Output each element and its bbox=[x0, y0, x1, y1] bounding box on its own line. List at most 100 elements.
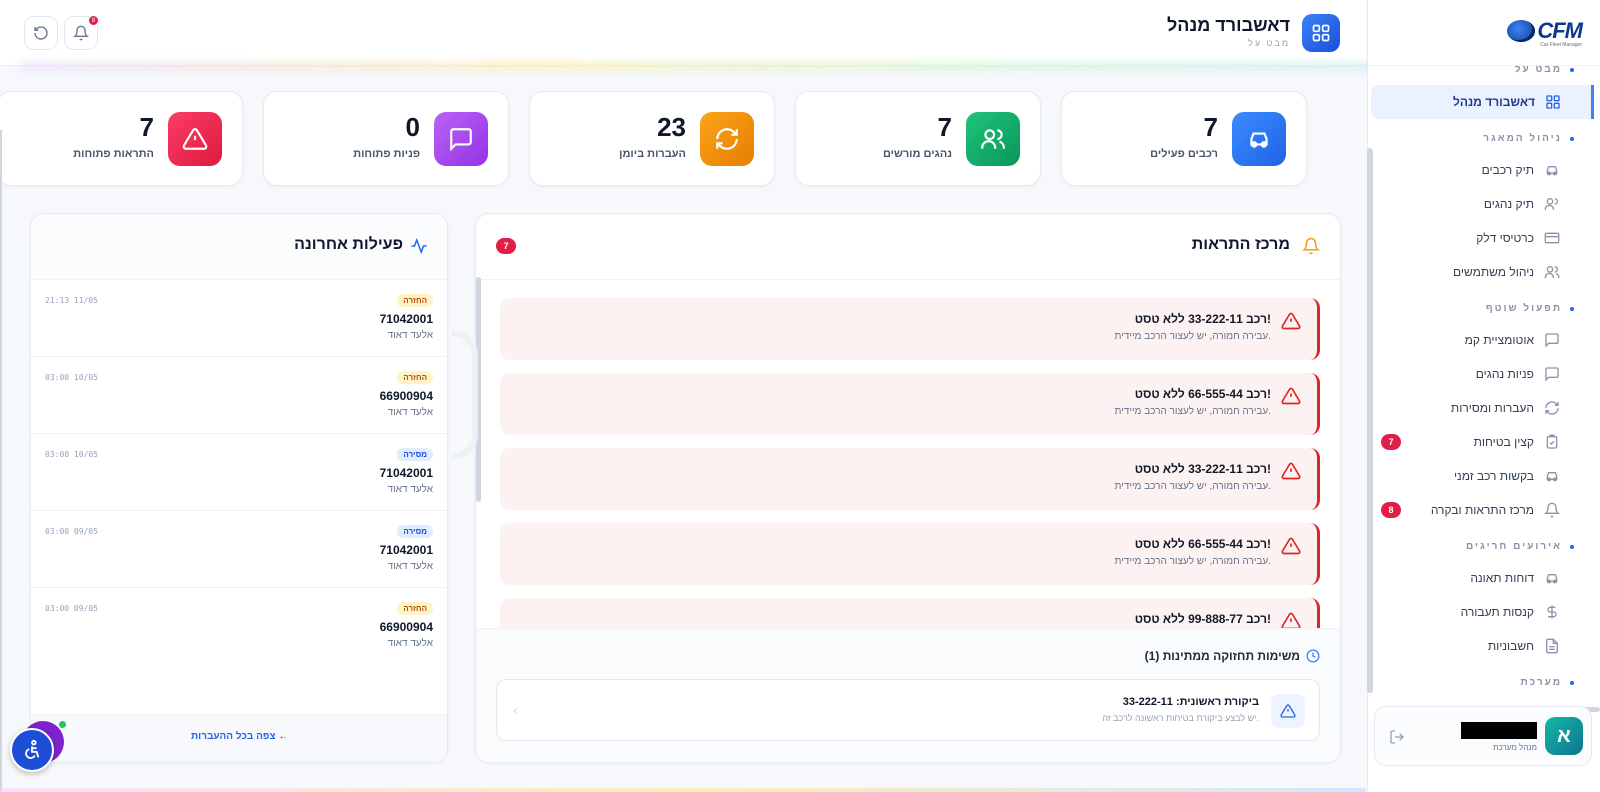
stat-card-active-vehicles[interactable]: 7 רכבים פעילים bbox=[1061, 91, 1307, 186]
avatar: א bbox=[1545, 717, 1583, 755]
app-root: דאשבורד מנהל מבט על 8 7 רכבים פעילים 7 נ… bbox=[0, 0, 1600, 792]
sidebar-item-accident-reports[interactable]: דוחות תאונה bbox=[1367, 561, 1600, 595]
activity-type-badge: החזרה bbox=[397, 602, 433, 615]
user-card[interactable]: א מנהל מערכת bbox=[1374, 706, 1592, 766]
stat-card-licensed-drivers[interactable]: 7 נהגים מורשים bbox=[795, 91, 1041, 186]
sidebar-item-transfers[interactable]: העברות ומסירות bbox=[1367, 391, 1600, 425]
activity-person: אלעד דאוד bbox=[387, 330, 433, 341]
page-subtitle: מבט על bbox=[1248, 38, 1290, 48]
alert-description: עבירה חמורה, יש לעצור הרכב מיידית. bbox=[1114, 331, 1272, 342]
stat-value: 7 bbox=[139, 112, 154, 142]
accessibility-button[interactable] bbox=[10, 728, 54, 772]
sidebar-section-overview: מבט על bbox=[1515, 66, 1574, 75]
activity-type-badge: החזרה bbox=[397, 294, 433, 307]
sidebar-item-label: חשבוניות bbox=[1487, 639, 1534, 653]
activity-type-badge: מסירה bbox=[397, 525, 433, 538]
sidebar-section-operations: תפעול שוטף bbox=[1486, 303, 1574, 314]
alert-item[interactable]: רכב 33-222-11 ללא טסט! עבירה חמורה, יש ל… bbox=[500, 448, 1320, 510]
activity-vehicle-number: 71042001 bbox=[379, 543, 433, 557]
app-logo[interactable]: CFM Car Fleet Manager bbox=[1368, 0, 1600, 66]
stat-label: נהגים מורשים bbox=[882, 148, 952, 160]
logo-text: CFM bbox=[1537, 17, 1583, 43]
maintenance-task[interactable]: ביקורת ראשונית: 33-222-11 יש לבצע ביקורת… bbox=[496, 679, 1320, 741]
activity-time: 03:00 10/05 bbox=[45, 373, 98, 382]
dashboard-grid-icon bbox=[1302, 14, 1340, 52]
alerts-list: רכב 33-222-11 ללא טסט! עבירה חמורה, יש ל… bbox=[500, 298, 1320, 644]
sidebar-item-label: קצין בטיחות bbox=[1473, 435, 1534, 449]
sidebar-item-fuel-cards[interactable]: כרטיסי דלק bbox=[1367, 221, 1600, 255]
sidebar-item-label: מרכז התראות ובקרה bbox=[1430, 503, 1534, 517]
stat-card-open-alerts[interactable]: 7 התראות פתוחות bbox=[0, 91, 243, 186]
notifications-badge: 8 bbox=[88, 15, 99, 26]
activity-person: אלעד דאוד bbox=[387, 638, 433, 649]
file-text-icon bbox=[1544, 638, 1560, 654]
refresh-button[interactable] bbox=[24, 16, 58, 50]
user-cog-icon bbox=[1544, 264, 1560, 280]
page-scrollbar[interactable] bbox=[0, 130, 2, 792]
clock-icon bbox=[1306, 649, 1320, 663]
sidebar-item-alerts-control[interactable]: 8 מרכז התראות ובקרה bbox=[1367, 493, 1600, 527]
logout-icon[interactable] bbox=[1389, 729, 1405, 745]
activity-person: אלעד דאוד bbox=[387, 484, 433, 495]
alert-item[interactable]: רכב 66-555-44 ללא טסט! עבירה חמורה, יש ל… bbox=[500, 523, 1320, 585]
alert-title: רכב 33-222-11 ללא טסט! bbox=[1134, 312, 1271, 326]
stat-value: 7 bbox=[1203, 112, 1218, 142]
maintenance-task-name: ביקורת ראשונית: 33-222-11 bbox=[1122, 696, 1259, 708]
stat-card-open-requests[interactable]: 0 פניות פתוחות bbox=[263, 91, 509, 186]
car-icon bbox=[1544, 162, 1560, 178]
alert-triangle-icon bbox=[1281, 386, 1301, 406]
activity-row[interactable]: החזרה 66900904 אלעד דאוד 03:00 10/05 bbox=[31, 357, 447, 434]
stat-label: העברות ביומן bbox=[619, 148, 686, 160]
activity-panel-title: פעילות אחרונה bbox=[294, 236, 403, 253]
alert-item[interactable]: רכב 33-222-11 ללא טסט! עבירה חמורה, יש ל… bbox=[500, 298, 1320, 360]
sidebar-item-driver-requests[interactable]: פניות נהגים bbox=[1367, 357, 1600, 391]
alerts-center-panel: מרכז התראות 7 רכב 33-222-11 ללא טסט! עבי… bbox=[475, 213, 1341, 763]
alert-description: עבירה חמורה, יש לעצור הרכב מיידית. bbox=[1114, 406, 1272, 417]
chevron-left-icon: ‹ bbox=[513, 702, 518, 718]
bell-icon bbox=[1302, 237, 1320, 255]
message-square-icon bbox=[1544, 366, 1560, 382]
alerts-panel-header: מרכז התראות 7 bbox=[476, 214, 1340, 280]
sidebar-item-vehicles[interactable]: תיק רכבים bbox=[1367, 153, 1600, 187]
stat-label: התראות פתוחות bbox=[73, 148, 154, 160]
sidebar-item-safety-officer[interactable]: 7 קצין בטיחות bbox=[1367, 425, 1600, 459]
activity-vehicle-number: 71042001 bbox=[379, 312, 433, 326]
alert-item[interactable]: רכב 66-555-44 ללא טסט! עבירה חמורה, יש ל… bbox=[500, 373, 1320, 435]
page-title: דאשבורד מנהל bbox=[1167, 15, 1290, 35]
refresh-icon bbox=[700, 112, 754, 166]
activity-pulse-icon bbox=[409, 237, 429, 255]
alert-triangle-icon bbox=[1281, 311, 1301, 331]
sidebar-item-km-automation[interactable]: אוטומציית קמ bbox=[1367, 323, 1600, 357]
sidebar-item-invoices[interactable]: חשבוניות bbox=[1367, 629, 1600, 663]
user-role: מנהל מערכת bbox=[1493, 743, 1537, 752]
activity-vehicle-number: 71042001 bbox=[379, 466, 433, 480]
activity-row[interactable]: החזרה 66900904 אלעד דאוד 03:00 09/05 bbox=[31, 588, 447, 665]
sidebar-section-repository: ניהול המאגר bbox=[1483, 133, 1574, 144]
sidebar-item-temp-vehicle-requests[interactable]: בקשות רכב זמני bbox=[1367, 459, 1600, 493]
sidebar-item-user-management[interactable]: ניהול משתמשים bbox=[1367, 255, 1600, 289]
stat-card-transfers[interactable]: 23 העברות ביומן bbox=[529, 91, 775, 186]
alert-triangle-icon bbox=[1281, 536, 1301, 556]
activity-row[interactable]: מסירה 71042001 אלעד דאוד 03:00 09/05 bbox=[31, 511, 447, 588]
refresh-icon bbox=[34, 26, 48, 40]
stat-value: 0 bbox=[405, 112, 420, 142]
sidebar-item-admin-dashboard[interactable]: דאשבורד מנהל bbox=[1371, 85, 1594, 119]
sidebar-item-label: כרטיסי דלק bbox=[1476, 231, 1534, 245]
recent-activity-panel: פעילות אחרונה החזרה 71042001 אלעד דאוד 2… bbox=[30, 213, 448, 763]
activity-panel-footer: צפה בכל ההעברות ← bbox=[31, 714, 447, 762]
activity-vehicle-number: 66900904 bbox=[379, 620, 433, 634]
activity-time: 21:13 11/05 bbox=[45, 296, 98, 305]
activity-row[interactable]: מסירה 71042001 אלעד דאוד 03:00 10/05 bbox=[31, 434, 447, 511]
sidebar-item-drivers[interactable]: תיק נהגים bbox=[1367, 187, 1600, 221]
activity-row[interactable]: החזרה 71042001 אלעד דאוד 21:13 11/05 bbox=[31, 280, 447, 357]
sidebar-nav: מבט על דאשבורד מנהל ניהול המאגר תיק רכבי… bbox=[1367, 66, 1600, 706]
alert-triangle-icon bbox=[168, 112, 222, 166]
users-icon bbox=[966, 112, 1020, 166]
sidebar-scrollbar[interactable] bbox=[1367, 148, 1373, 693]
online-status-dot bbox=[59, 721, 66, 728]
car-crash-icon bbox=[1544, 570, 1560, 586]
view-all-transfers-link[interactable]: צפה בכל ההעברות ← bbox=[191, 731, 288, 742]
bell-icon bbox=[73, 25, 89, 41]
sidebar-item-traffic-fines[interactable]: קנסות תעבורה bbox=[1367, 595, 1600, 629]
sidebar-section-system: מערכת bbox=[1520, 677, 1574, 688]
